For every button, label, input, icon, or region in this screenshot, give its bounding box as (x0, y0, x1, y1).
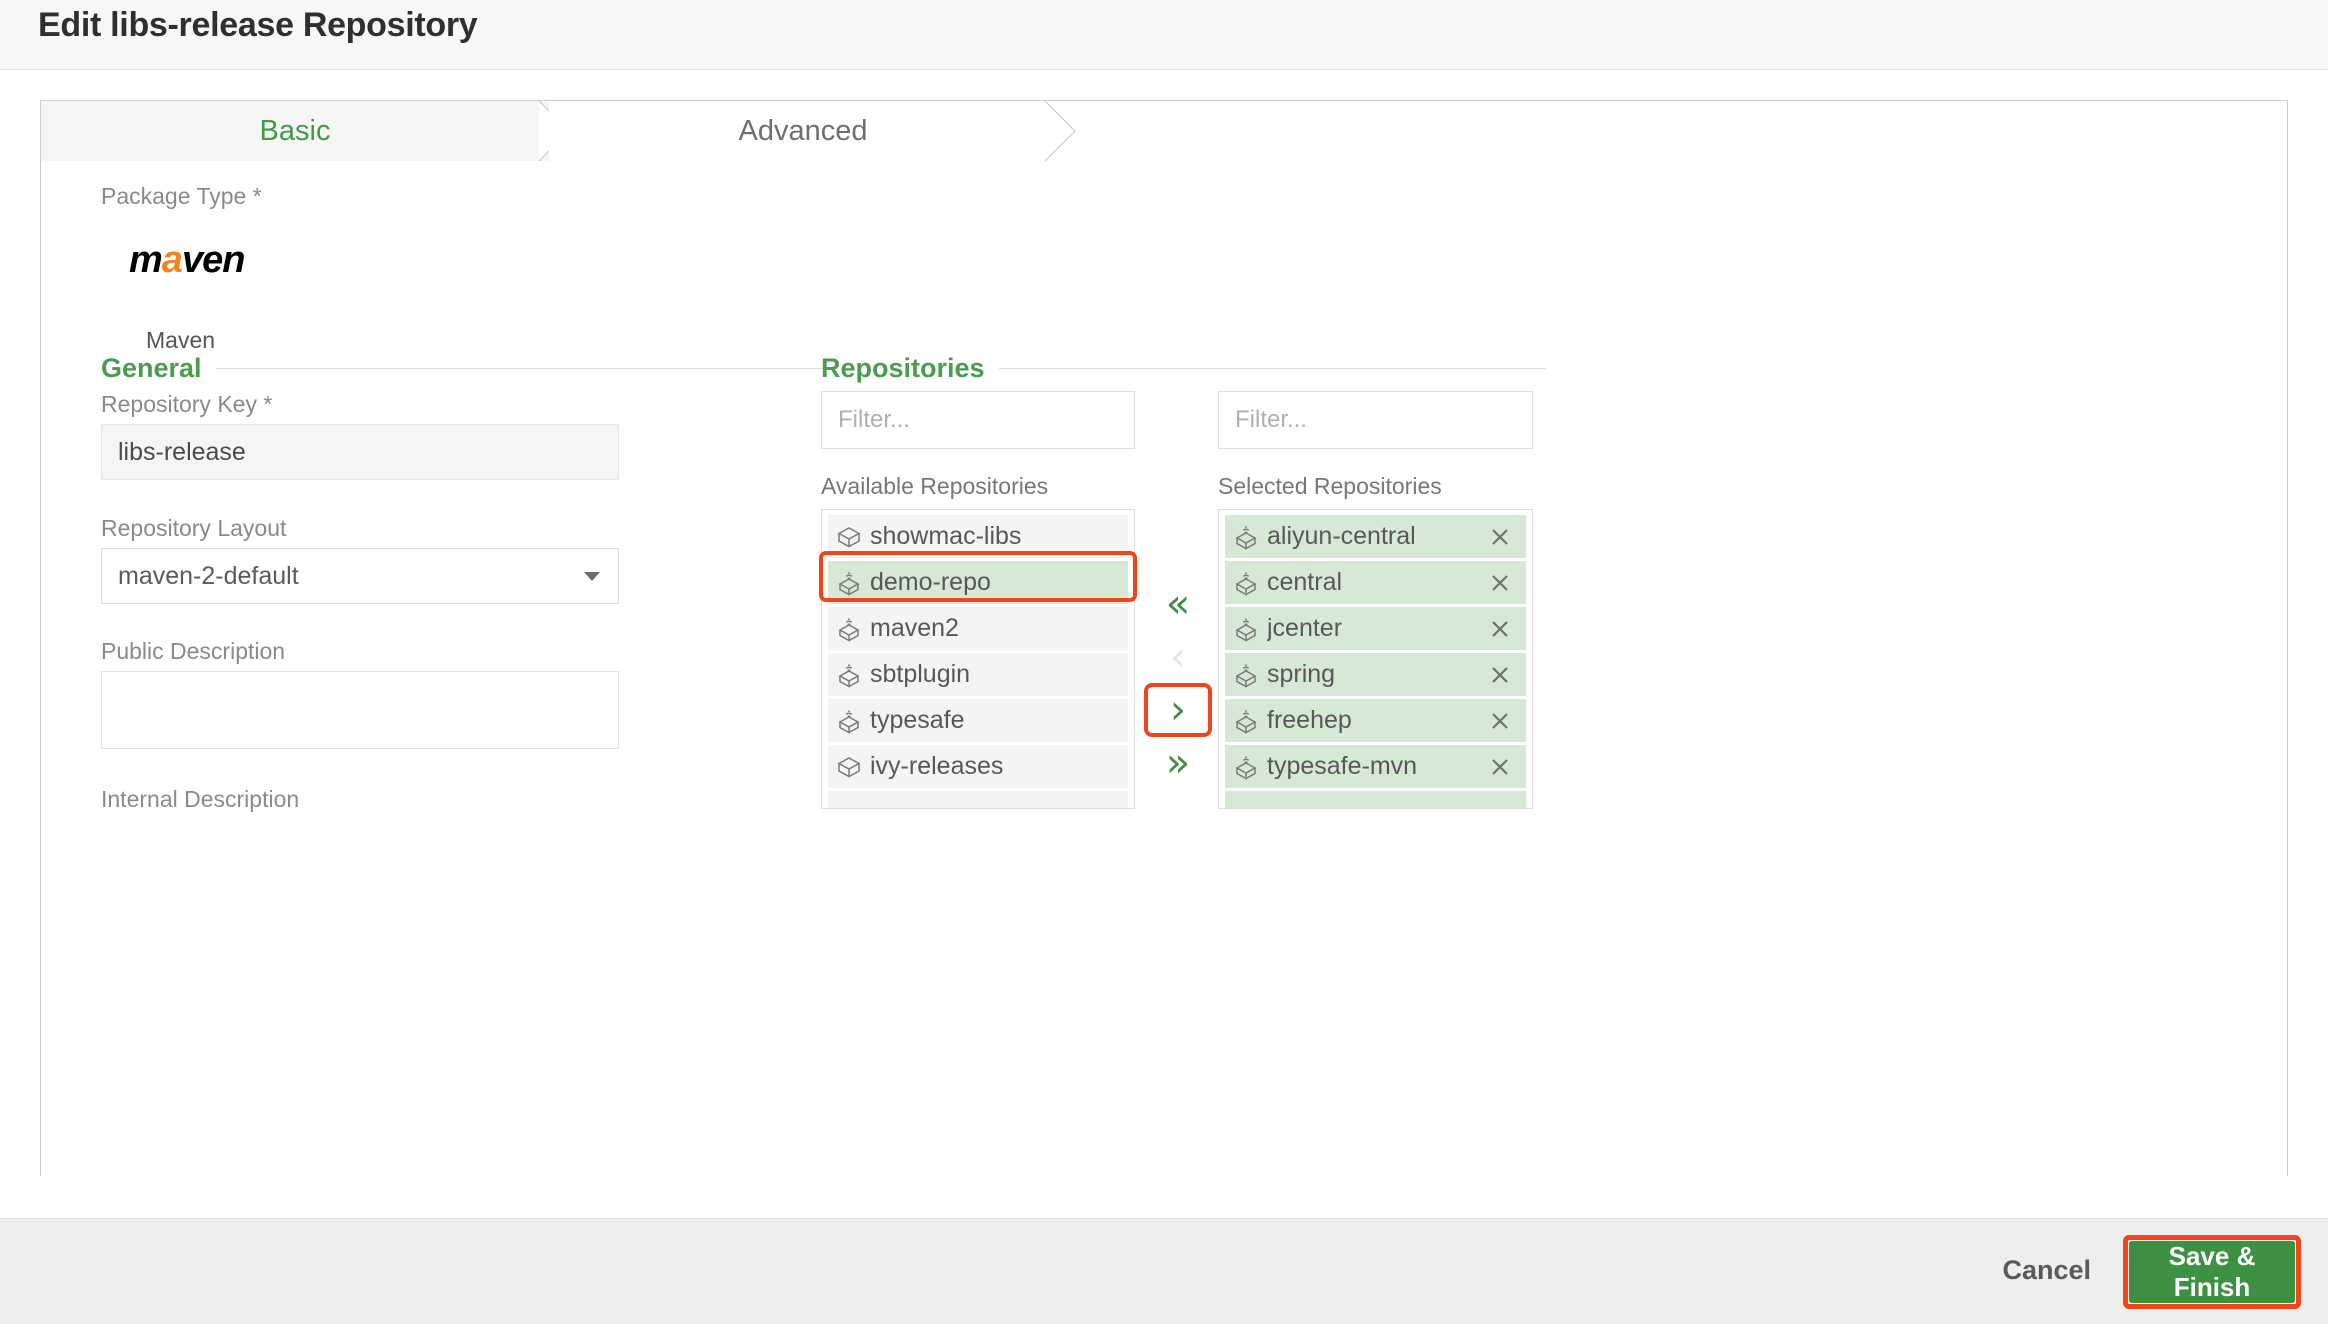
move-all-left-button[interactable]: « (1140, 580, 1216, 628)
tab-advanced-label: Advanced (739, 115, 868, 148)
window-header: Edit libs-release Repository (0, 0, 2328, 70)
maven-logo-pre: m (129, 239, 162, 281)
repo-item-label: showmac-libs (870, 522, 1021, 551)
remote-repo-icon (828, 707, 870, 735)
repo-list-item[interactable] (1225, 791, 1526, 809)
repository-layout-select[interactable]: maven-2-default (101, 548, 619, 604)
repository-key-label: Repository Key * (101, 391, 272, 418)
public-description-input[interactable] (101, 671, 619, 749)
section-header-repositories-rule (999, 368, 1546, 369)
repo-list-item[interactable] (828, 791, 1128, 809)
remove-repo-close-icon[interactable] (1486, 753, 1514, 781)
public-description-label: Public Description (101, 638, 285, 665)
cancel-button[interactable]: Cancel (2002, 1255, 2091, 1286)
remove-repo-close-icon[interactable] (1486, 569, 1514, 597)
form-content-panel: Package Type * maven Maven General Repos… (40, 161, 2288, 1176)
section-header-general-rule (216, 368, 826, 369)
repo-list-item[interactable]: maven2 (828, 607, 1128, 650)
save-and-finish-button[interactable]: Save & Finish (2129, 1241, 2295, 1303)
tab-basic-label: Basic (260, 115, 331, 148)
local-repo-icon (828, 524, 870, 550)
repo-item-label: sbtplugin (870, 660, 970, 689)
selected-repositories-list[interactable]: aliyun-central central jcenter spring freehe… (1218, 509, 1533, 809)
repo-list-item[interactable]: jcenter (1225, 607, 1526, 650)
repo-item-label: ivy-releases (870, 752, 1003, 781)
tab-advanced[interactable]: Advanced (549, 101, 1057, 161)
maven-logo: maven (129, 239, 244, 282)
tab-separator-chevron-icon-2 (1045, 101, 1085, 161)
repo-item-label: typesafe (870, 706, 965, 735)
move-right-button[interactable]: › (1144, 683, 1212, 737)
repo-item-label: maven2 (870, 614, 959, 643)
chevron-down-icon (584, 572, 600, 581)
package-type-name: Maven (146, 327, 215, 354)
page-title: Edit libs-release Repository (38, 6, 477, 45)
remove-repo-close-icon[interactable] (1486, 615, 1514, 643)
available-filter-input[interactable] (821, 391, 1135, 449)
remove-repo-close-icon[interactable] (1486, 707, 1514, 735)
dialog-footer: Cancel Save & Finish (0, 1218, 2328, 1324)
move-all-right-button[interactable]: » (1140, 739, 1216, 787)
repository-layout-label: Repository Layout (101, 515, 286, 542)
internal-description-label: Internal Description (101, 786, 299, 813)
section-header-general: General (101, 351, 826, 385)
repo-list-item[interactable]: freehep (1225, 699, 1526, 742)
tab-basic[interactable]: Basic (41, 101, 549, 161)
remote-repo-icon (828, 569, 870, 597)
maven-logo-accent: a (162, 239, 182, 281)
repo-item-label: spring (1267, 660, 1335, 689)
repo-list-item[interactable]: ivy-releases (828, 745, 1128, 788)
repo-list-item[interactable]: sbtplugin (828, 653, 1128, 696)
remote-repo-icon (1225, 661, 1267, 689)
repo-item-label: central (1267, 568, 1342, 597)
available-repositories-list[interactable]: showmac-libs demo-repo maven2 sbtplugin type… (821, 509, 1135, 809)
available-repositories-title: Available Repositories (821, 473, 1048, 500)
repository-layout-value: maven-2-default (118, 562, 299, 591)
repo-list-item[interactable]: showmac-libs (828, 515, 1128, 558)
remote-repo-icon (828, 615, 870, 643)
remote-repo-icon (1225, 569, 1267, 597)
section-header-repositories-label: Repositories (821, 353, 999, 384)
repo-list-item[interactable]: typesafe-mvn (1225, 745, 1526, 788)
repo-list-item[interactable]: aliyun-central (1225, 515, 1526, 558)
section-header-general-label: General (101, 353, 216, 384)
maven-logo-post: ven (182, 239, 244, 281)
remote-repo-icon (828, 661, 870, 689)
remote-repo-icon (1225, 753, 1267, 781)
remove-repo-close-icon[interactable] (1486, 661, 1514, 689)
section-header-repositories: Repositories (821, 351, 1546, 385)
move-left-button[interactable]: ‹ (1140, 633, 1216, 681)
selected-filter-input[interactable] (1218, 391, 1533, 449)
repo-list-item[interactable]: central (1225, 561, 1526, 604)
remote-repo-icon (1225, 707, 1267, 735)
selected-repositories-title: Selected Repositories (1218, 473, 1442, 500)
remote-repo-icon (1225, 523, 1267, 551)
repo-list-item[interactable]: typesafe (828, 699, 1128, 742)
local-repo-icon (828, 754, 870, 780)
repo-item-label: jcenter (1267, 614, 1342, 643)
package-type-label: Package Type * (101, 183, 262, 210)
repo-item-label: demo-repo (870, 568, 991, 597)
remote-repo-icon (1225, 615, 1267, 643)
repo-item-label: typesafe-mvn (1267, 752, 1417, 781)
repo-list-item[interactable]: spring (1225, 653, 1526, 696)
tab-bar: Basic Advanced (40, 100, 2288, 162)
repo-item-label: freehep (1267, 706, 1352, 735)
repo-item-label: aliyun-central (1267, 522, 1416, 551)
remove-repo-close-icon[interactable] (1486, 523, 1514, 551)
repo-list-item[interactable]: demo-repo (828, 561, 1128, 604)
repository-key-input[interactable] (101, 424, 619, 480)
